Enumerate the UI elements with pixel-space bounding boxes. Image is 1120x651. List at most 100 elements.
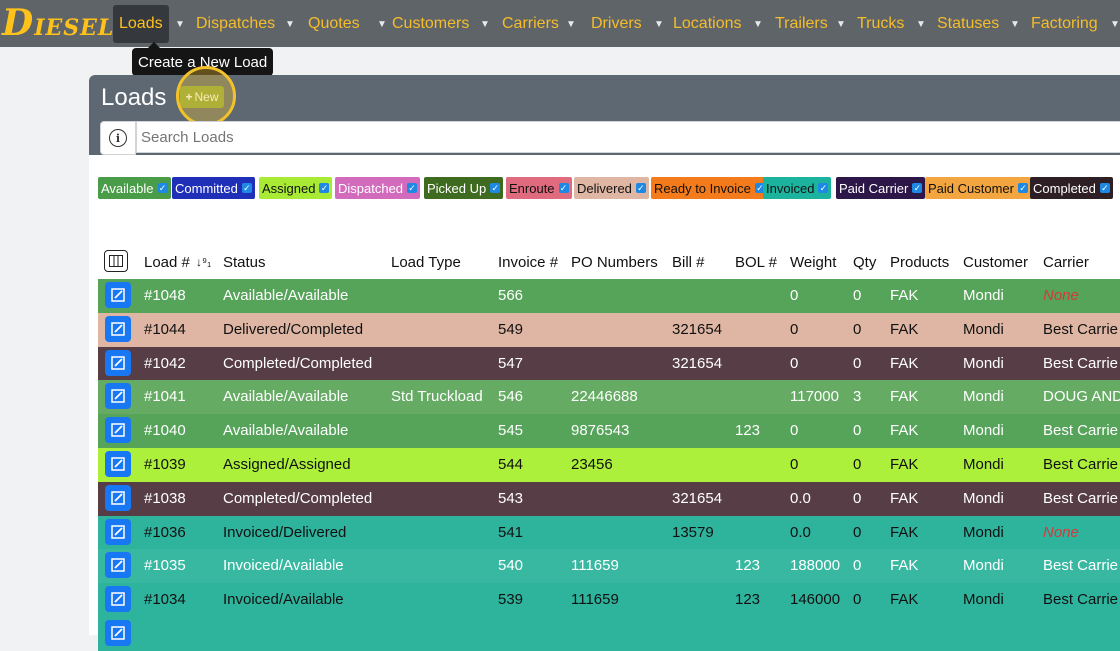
column-header-carrier[interactable]: Carrier xyxy=(1043,254,1089,271)
search-info-button[interactable]: i xyxy=(100,121,136,155)
cell-customer: Mondi xyxy=(963,388,1004,406)
table-row[interactable]: #1039 Assigned/Assigned 544 23456 0 0 FAK Mondi… xyxy=(98,448,1120,482)
edit-icon[interactable] xyxy=(105,620,131,646)
search-loads-input[interactable] xyxy=(136,121,1120,153)
checkbox-checked-icon[interactable]: ✓ xyxy=(319,183,330,193)
column-header-bill[interactable]: Bill # xyxy=(672,254,705,271)
nav-item-locations[interactable]: Locations xyxy=(673,5,742,43)
checkbox-checked-icon[interactable]: ✓ xyxy=(1099,183,1110,193)
checkbox-checked-icon[interactable]: ✓ xyxy=(635,183,646,193)
column-toggle-icon[interactable] xyxy=(104,250,128,272)
chevron-down-icon[interactable]: ▼ xyxy=(285,5,295,43)
nav-item-factoring[interactable]: Factoring xyxy=(1031,5,1098,43)
edit-icon[interactable] xyxy=(105,451,131,477)
filter-chip-enroute[interactable]: Enroute ✓ xyxy=(506,177,572,199)
column-header-status[interactable]: Status xyxy=(223,254,266,271)
checkbox-checked-icon[interactable]: ✓ xyxy=(157,183,168,193)
cell-carrier: Best Carrie xyxy=(1043,354,1119,372)
nav-item-quotes[interactable]: Quotes xyxy=(308,5,360,43)
edit-icon[interactable] xyxy=(105,552,131,579)
chevron-down-icon[interactable]: ▼ xyxy=(175,5,185,43)
cell-carrier: DOUG AND xyxy=(1043,388,1120,406)
nav-item-carriers[interactable]: Carriers xyxy=(502,5,559,43)
chevron-down-icon[interactable]: ▼ xyxy=(1110,5,1120,43)
column-header-po-numbers[interactable]: PO Numbers xyxy=(571,254,658,271)
cell-carrier: Best Carrie xyxy=(1043,320,1119,338)
chevron-down-icon[interactable]: ▼ xyxy=(836,5,846,43)
cell-status: Invoiced/Available xyxy=(223,557,344,575)
table-row[interactable]: #1035 Invoiced/Available 540 111659 123 18800… xyxy=(98,549,1120,584)
checkbox-checked-icon[interactable]: ✓ xyxy=(241,183,252,193)
table-row[interactable]: #1044 Delivered/Completed 549 321654 0 0 FAK Mo… xyxy=(98,312,1120,347)
edit-icon[interactable] xyxy=(105,417,131,444)
column-header-load-type[interactable]: Load Type xyxy=(391,254,461,271)
cell-weight: 0 xyxy=(790,320,799,338)
cell-status: Available/Available xyxy=(223,422,349,440)
table-row[interactable]: #1041 Available/Available Std Truckload 546… xyxy=(98,380,1120,415)
cell-qty: 0 xyxy=(853,422,862,440)
filter-chip-committed[interactable]: Committed ✓ xyxy=(172,177,255,199)
edit-icon[interactable] xyxy=(105,349,131,376)
chevron-down-icon[interactable]: ▼ xyxy=(566,5,576,43)
chevron-down-icon[interactable]: ▼ xyxy=(1010,5,1020,43)
table-row[interactable]: #1042 Completed/Completed 547 321654 0 0 FAK Mo… xyxy=(98,346,1120,381)
column-header-qty[interactable]: Qty xyxy=(853,254,876,271)
cell-invoice: 549 xyxy=(498,320,524,338)
filter-chip-assigned[interactable]: Assigned ✓ xyxy=(259,177,333,199)
cell-invoice: 566 xyxy=(498,287,524,304)
nav-item-statuses[interactable]: Statuses xyxy=(937,5,999,43)
diesel-logo[interactable]: D IESEL xyxy=(2,4,114,42)
table-row[interactable]: #1036 Invoiced/Delivered 541 13579 0.0 0 FAK Mo… xyxy=(98,515,1120,550)
cell-qty: 0 xyxy=(853,489,862,507)
column-header-customer[interactable]: Customer xyxy=(963,254,1028,271)
table-row[interactable]: #1048 Available/Available 566 0 0 FAK Mondi Non… xyxy=(98,279,1120,313)
edit-icon[interactable] xyxy=(105,484,131,511)
filter-chip-paid-customer[interactable]: Paid Customer ✓ xyxy=(925,177,1031,199)
column-header-products[interactable]: Products xyxy=(890,254,949,271)
edit-icon[interactable] xyxy=(105,315,131,342)
cell-customer: Mondi xyxy=(963,489,1004,507)
edit-icon[interactable] xyxy=(105,383,131,410)
filter-chip-completed[interactable]: Completed ✓ xyxy=(1030,177,1113,199)
nav-item-trucks[interactable]: Trucks xyxy=(857,5,904,43)
nav-item-dispatches[interactable]: Dispatches xyxy=(196,5,275,43)
checkbox-checked-icon[interactable]: ✓ xyxy=(558,183,569,193)
chevron-down-icon[interactable]: ▼ xyxy=(916,5,926,43)
filter-chip-delivered[interactable]: Delivered ✓ xyxy=(574,177,649,199)
nav-item-trailers[interactable]: Trailers xyxy=(775,5,828,43)
edit-icon[interactable] xyxy=(105,518,131,545)
chevron-down-icon[interactable]: ▼ xyxy=(654,5,664,43)
column-header-load[interactable]: Load # xyxy=(144,254,190,271)
filter-chip-dispatched[interactable]: Dispatched ✓ xyxy=(335,177,421,199)
checkbox-checked-icon[interactable]: ✓ xyxy=(407,183,418,193)
table-row[interactable]: #1038 Completed/Completed 543 321654 0.0 0 FAK… xyxy=(98,481,1120,516)
nav-item-customers[interactable]: Customers xyxy=(392,5,469,43)
checkbox-checked-icon[interactable]: ✓ xyxy=(818,183,829,193)
edit-icon[interactable] xyxy=(105,282,131,308)
filter-chip-invoiced[interactable]: Invoiced ✓ xyxy=(763,177,832,199)
chevron-down-icon[interactable]: ▼ xyxy=(753,5,763,43)
filter-chip-paid-carrier[interactable]: Paid Carrier ✓ xyxy=(836,177,926,199)
nav-item-loads[interactable]: Loads xyxy=(113,5,169,43)
edit-icon[interactable] xyxy=(105,586,131,613)
cell-customer: Mondi xyxy=(963,591,1004,609)
filter-chip-available[interactable]: Available ✓ xyxy=(98,177,171,199)
nav-item-drivers[interactable]: Drivers xyxy=(591,5,642,43)
checkbox-checked-icon[interactable]: ✓ xyxy=(1017,183,1028,193)
chevron-down-icon[interactable]: ▼ xyxy=(377,5,387,43)
column-header-invoice[interactable]: Invoice # xyxy=(498,254,558,271)
table-row[interactable]: #1040 Available/Available 545 9876543 123 0 0 F… xyxy=(98,414,1120,449)
cell-qty: 0 xyxy=(853,287,862,304)
table-row[interactable] xyxy=(98,617,1120,651)
checkbox-checked-icon[interactable]: ✓ xyxy=(912,183,923,193)
column-header-weight[interactable]: Weight xyxy=(790,254,836,271)
cell-po: 111659 xyxy=(571,591,619,609)
column-header-bol[interactable]: BOL # xyxy=(735,254,777,271)
filter-chip-ready-to-invoice[interactable]: Ready to Invoice ✓ xyxy=(651,177,768,199)
filter-chip-picked-up[interactable]: Picked Up ✓ xyxy=(424,177,504,199)
chevron-down-icon[interactable]: ▼ xyxy=(480,5,490,43)
table-row[interactable]: #1034 Invoiced/Available 539 111659 123 14600… xyxy=(98,583,1120,618)
sort-icon[interactable]: ↓⁹₁ xyxy=(196,255,211,269)
filter-label: Assigned xyxy=(262,180,316,196)
checkbox-checked-icon[interactable]: ✓ xyxy=(490,183,501,193)
